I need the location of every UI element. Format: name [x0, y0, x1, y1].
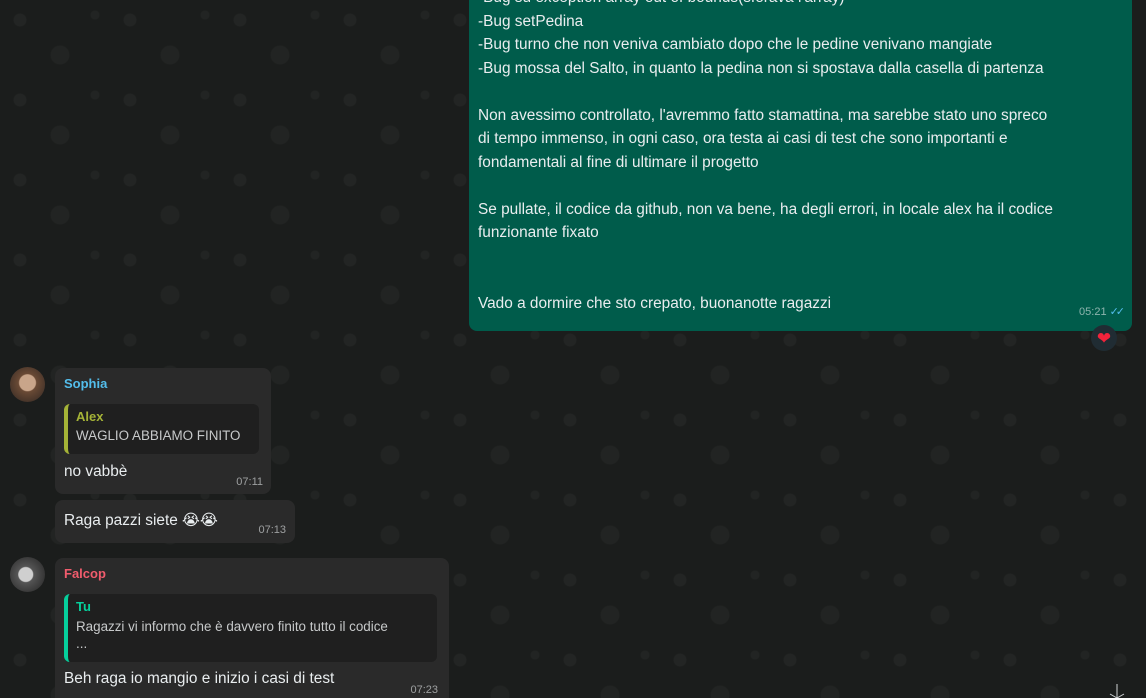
avatar-falcop[interactable] — [10, 557, 45, 592]
message-line — [478, 268, 1122, 292]
quoted-message[interactable]: Tu Ragazzi vi informo che è davvero fini… — [64, 594, 437, 662]
message-line — [478, 245, 1122, 269]
message-time: 07:11 — [236, 476, 263, 488]
reaction-emoji: ❤ — [1096, 328, 1112, 348]
heart-reaction-icon[interactable]: ❤ — [1091, 325, 1117, 351]
message-line: -Bug mossa del Salto, in quanto la pedin… — [478, 59, 1044, 77]
sender-name[interactable]: Sophia — [64, 376, 107, 391]
message-meta: 05:21 ✓✓ — [1079, 301, 1126, 325]
message-time: 07:23 — [410, 684, 438, 696]
outgoing-message-bubble[interactable]: -Bug su exception array out of bounds(sf… — [469, 0, 1132, 331]
message-text: no vabbè — [64, 463, 128, 480]
message-line — [478, 174, 1122, 198]
message-line: Vado a dormire che sto crepato, buonanot… — [478, 294, 832, 312]
cursor-icon — [1109, 684, 1125, 698]
message-line: -Bug turno che non veniva cambiato dopo … — [478, 36, 993, 53]
quoted-text: WAGLIO ABBIAMO FINITO — [76, 428, 241, 443]
message-line — [478, 80, 1122, 104]
message-line: -Bug su exception array out of bounds(sf… — [478, 0, 1122, 10]
message-text: Raga pazzi siete 😭😭 — [64, 512, 219, 529]
incoming-message-bubble[interactable]: Falcop Tu Ragazzi vi informo che è davve… — [55, 558, 449, 698]
quoted-author: Alex — [76, 409, 104, 424]
message-text: Beh raga io mangio e inizio i casi di te… — [64, 670, 335, 687]
sender-name[interactable]: Falcop — [64, 566, 106, 581]
message-time: 07:13 — [258, 524, 286, 536]
message-line: Non avessimo controllato, l'avremmo fatt… — [478, 106, 1048, 124]
chat-area: -Bug su exception array out of bounds(sf… — [0, 0, 1146, 698]
message-line: fondamentali al fine di ultimare il prog… — [478, 153, 759, 171]
read-ticks-icon: ✓✓ — [1109, 305, 1126, 318]
avatar-sophia[interactable] — [10, 367, 45, 402]
message-line: di tempo immenso, in ogni caso, ora test… — [478, 130, 1008, 147]
message-time: 05:21 — [1079, 305, 1107, 318]
quoted-text: Ragazzi vi informo che è davvero finito … — [76, 619, 388, 634]
incoming-message-bubble[interactable]: Sophia Alex WAGLIO ABBIAMO FINITO no vab… — [55, 368, 271, 494]
message-line: Se pullate, il codice da github, non va … — [478, 200, 1053, 218]
incoming-message-bubble[interactable]: Raga pazzi siete 😭😭 07:13 — [55, 500, 295, 543]
quoted-message[interactable]: Alex WAGLIO ABBIAMO FINITO — [64, 404, 259, 454]
message-line: -Bug setPedina — [478, 12, 584, 30]
outgoing-message-text: -Bug su exception array out of bounds(sf… — [478, 0, 1122, 315]
message-line: funzionante fixato — [478, 224, 599, 241]
quoted-text-ellipsis: ... — [76, 636, 88, 651]
quoted-author: Tu — [76, 599, 91, 614]
